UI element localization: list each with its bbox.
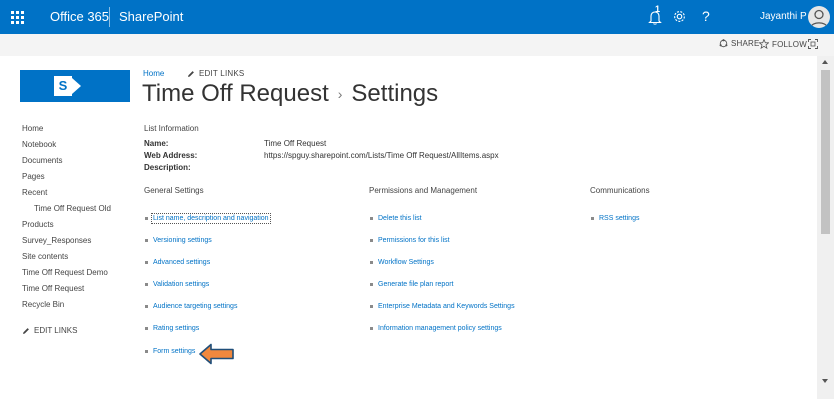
nav-item-time-off-request[interactable]: Time Off Request bbox=[22, 284, 84, 293]
rss-settings-link[interactable]: RSS settings bbox=[591, 215, 639, 222]
name-label: Name: bbox=[144, 139, 169, 148]
focus-mode-icon bbox=[808, 39, 818, 49]
sharepoint-logo-arrow-icon bbox=[72, 78, 81, 94]
bullet-icon bbox=[145, 305, 148, 308]
form-settings-link[interactable]: Form settings bbox=[145, 348, 195, 355]
focus-content-button[interactable] bbox=[808, 39, 818, 49]
sharepoint-logo-letter: S bbox=[54, 76, 72, 96]
nav-item-recent[interactable]: Recent bbox=[22, 188, 47, 197]
suite-bar: Office 365 SharePoint 1 ? Jayanthi P bbox=[0, 0, 834, 34]
share-icon bbox=[719, 39, 728, 48]
permissions-for-this-list-link[interactable]: Permissions for this list bbox=[370, 237, 450, 244]
bullet-icon bbox=[145, 283, 148, 286]
bullet-icon bbox=[370, 283, 373, 286]
communications-heading: Communications bbox=[590, 186, 650, 195]
audience-targeting-settings-link[interactable]: Audience targeting settings bbox=[145, 303, 237, 310]
bullet-icon bbox=[370, 239, 373, 242]
nav-item-products[interactable]: Products bbox=[22, 220, 54, 229]
person-icon bbox=[810, 9, 828, 28]
nav-item-home[interactable]: Home bbox=[22, 124, 43, 133]
brand-divider bbox=[109, 7, 110, 27]
web-address-value: https://spguy.sharepoint.com/Lists/Time … bbox=[264, 151, 499, 160]
list-name-description-navigation-link[interactable]: List name, description and navigation bbox=[145, 213, 271, 224]
user-name[interactable]: Jayanthi P bbox=[760, 11, 807, 22]
bullet-icon bbox=[370, 217, 373, 220]
bullet-icon bbox=[145, 350, 148, 353]
web-address-label: Web Address: bbox=[144, 151, 198, 160]
office365-brand-link[interactable]: Office 365 bbox=[50, 9, 109, 24]
nav-item-notebook[interactable]: Notebook bbox=[22, 140, 56, 149]
bullet-icon bbox=[370, 261, 373, 264]
bullet-icon bbox=[145, 327, 148, 330]
name-value: Time Off Request bbox=[264, 139, 327, 148]
delete-this-list-link[interactable]: Delete this list bbox=[370, 215, 422, 222]
site-logo[interactable]: S bbox=[20, 70, 130, 102]
breadcrumb-home-link[interactable]: Home bbox=[143, 69, 164, 78]
list-information-heading: List Information bbox=[144, 124, 199, 133]
sharepoint-app-link[interactable]: SharePoint bbox=[119, 9, 183, 24]
nav-edit-links-label: EDIT LINKS bbox=[34, 326, 78, 335]
bullet-icon bbox=[145, 239, 148, 242]
star-icon bbox=[759, 39, 769, 49]
nav-item-pages[interactable]: Pages bbox=[22, 172, 45, 181]
follow-label: FOLLOW bbox=[772, 39, 807, 49]
rating-settings-link[interactable]: Rating settings bbox=[145, 325, 199, 332]
bullet-icon bbox=[145, 217, 148, 220]
waffle-icon bbox=[10, 10, 24, 24]
nav-item-site-contents[interactable]: Site contents bbox=[22, 252, 68, 261]
nav-edit-links-button[interactable]: EDIT LINKS bbox=[22, 326, 77, 335]
pencil-icon bbox=[188, 70, 194, 77]
scrollbar-thumb[interactable] bbox=[821, 70, 830, 234]
share-label: SHARE bbox=[731, 39, 760, 48]
top-edit-links-label: EDIT LINKS bbox=[199, 69, 245, 78]
nav-item-documents[interactable]: Documents bbox=[22, 156, 62, 165]
general-settings-heading: General Settings bbox=[144, 186, 204, 195]
permissions-management-heading: Permissions and Management bbox=[369, 186, 478, 195]
action-bar: SHARE FOLLOW bbox=[0, 34, 834, 56]
notification-count-badge: 1 bbox=[655, 4, 661, 14]
settings-gear-icon[interactable] bbox=[672, 9, 687, 24]
bullet-icon bbox=[591, 217, 594, 220]
callout-arrow-icon bbox=[199, 343, 234, 365]
enterprise-metadata-keywords-link[interactable]: Enterprise Metadata and Keywords Setting… bbox=[370, 303, 515, 310]
help-button[interactable]: ? bbox=[702, 8, 710, 24]
top-edit-links-button[interactable]: EDIT LINKS bbox=[187, 69, 244, 78]
page-title: Time Off Request › Settings bbox=[142, 80, 438, 108]
app-launcher-button[interactable] bbox=[0, 0, 34, 34]
description-label: Description: bbox=[144, 163, 191, 172]
page-title-list-link[interactable]: Time Off Request bbox=[142, 80, 329, 108]
nav-item-recycle-bin[interactable]: Recycle Bin bbox=[22, 300, 64, 309]
versioning-settings-link[interactable]: Versioning settings bbox=[145, 237, 212, 244]
bullet-icon bbox=[370, 327, 373, 330]
nav-item-time-off-request-demo[interactable]: Time Off Request Demo bbox=[22, 268, 108, 277]
vertical-scrollbar[interactable] bbox=[817, 56, 834, 399]
workflow-settings-link[interactable]: Workflow Settings bbox=[370, 259, 434, 266]
information-management-policy-link[interactable]: Information management policy settings bbox=[370, 325, 502, 332]
bullet-icon bbox=[145, 261, 148, 264]
bullet-icon bbox=[370, 305, 373, 308]
scroll-down-arrow-icon[interactable] bbox=[822, 379, 828, 383]
user-avatar[interactable] bbox=[808, 6, 830, 28]
advanced-settings-link[interactable]: Advanced settings bbox=[145, 259, 210, 266]
share-button[interactable]: SHARE bbox=[719, 39, 760, 48]
pencil-icon bbox=[23, 327, 29, 334]
scroll-up-arrow-icon[interactable] bbox=[822, 60, 828, 64]
validation-settings-link[interactable]: Validation settings bbox=[145, 281, 209, 288]
nav-item-survey-responses[interactable]: Survey_Responses bbox=[22, 236, 91, 245]
page-title-current: Settings bbox=[351, 80, 439, 107]
generate-file-plan-report-link[interactable]: Generate file plan report bbox=[370, 281, 454, 288]
follow-button[interactable]: FOLLOW bbox=[759, 39, 807, 49]
title-separator: › bbox=[337, 86, 343, 102]
nav-item-time-off-request-old[interactable]: Time Off Request Old bbox=[34, 204, 111, 213]
